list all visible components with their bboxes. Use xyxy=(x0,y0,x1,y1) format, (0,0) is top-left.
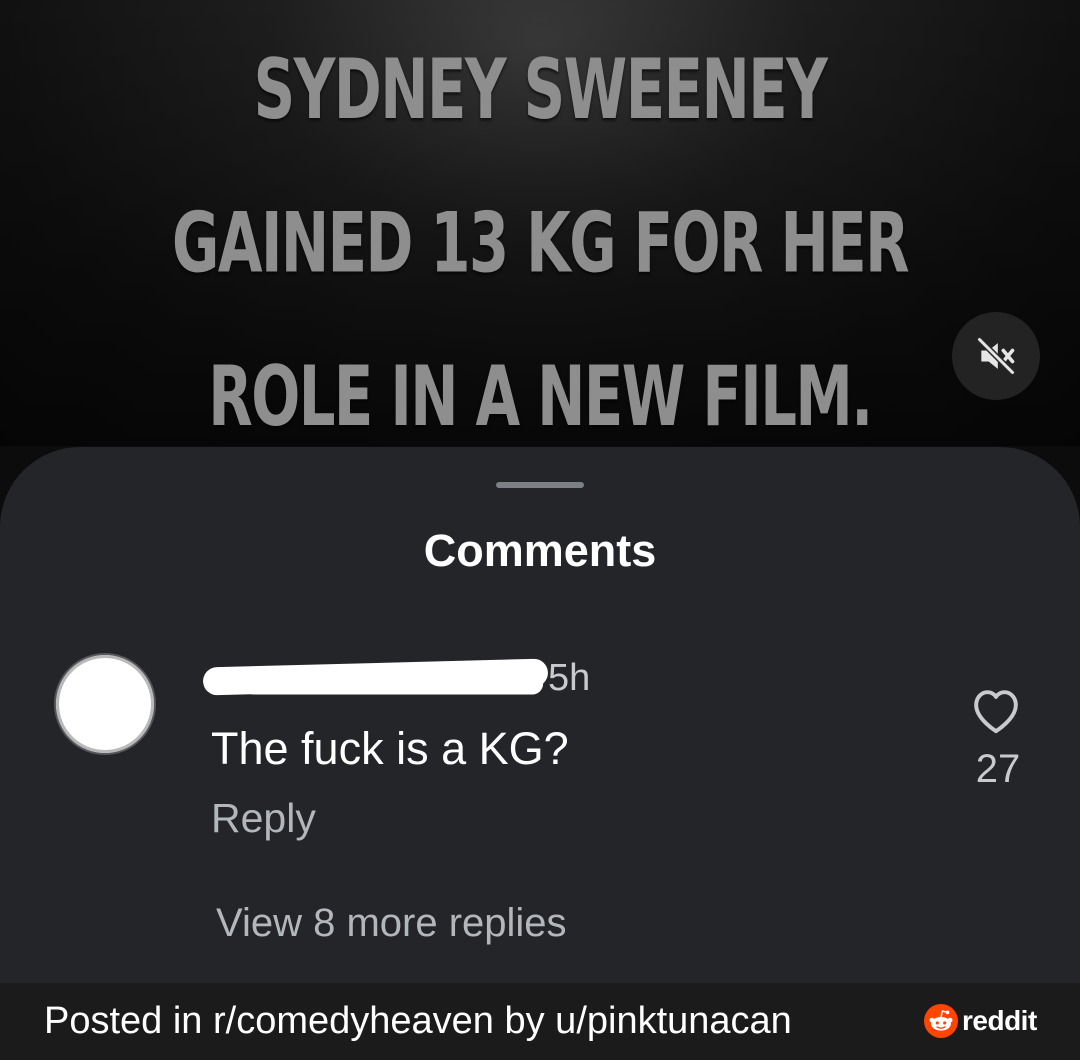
sheet-title: Comments xyxy=(423,525,657,576)
heart-icon xyxy=(974,690,1018,734)
reddit-snoo-icon xyxy=(924,1004,958,1038)
redacted-username xyxy=(202,658,549,696)
footer-bar: Posted in r/comedyheaven by u/pinktunaca… xyxy=(0,983,1080,1060)
reddit-wordmark: reddit xyxy=(962,1005,1037,1036)
comment-timestamp: 5h xyxy=(548,657,591,699)
reddit-logo: reddit xyxy=(924,1003,1037,1039)
comment-text: The fuck is a KG? xyxy=(211,723,569,774)
like-button[interactable] xyxy=(968,683,1024,735)
post-credit: Posted in r/comedyheaven by u/pinktunaca… xyxy=(44,1000,792,1042)
video-caption: SYDNEY SWEENEY GAINED 13 KG FOR HER ROLE… xyxy=(172,42,909,446)
speaker-muted-icon xyxy=(976,336,1016,376)
reply-button[interactable]: Reply xyxy=(211,789,316,847)
commenter-avatar[interactable] xyxy=(56,655,154,753)
sheet-drag-handle[interactable] xyxy=(496,482,584,488)
view-more-replies-button[interactable]: View 8 more replies xyxy=(216,895,567,951)
video-player[interactable]: SYDNEY SWEENEY GAINED 13 KG FOR HER ROLE… xyxy=(0,0,1080,446)
screenshot-frame: SYDNEY SWEENEY GAINED 13 KG FOR HER ROLE… xyxy=(0,0,1080,1060)
like-count: 27 xyxy=(975,747,1021,791)
mute-button[interactable] xyxy=(952,312,1040,400)
comments-sheet: Comments 5h The fuck is a KG? Reply 27 V… xyxy=(0,447,1080,983)
